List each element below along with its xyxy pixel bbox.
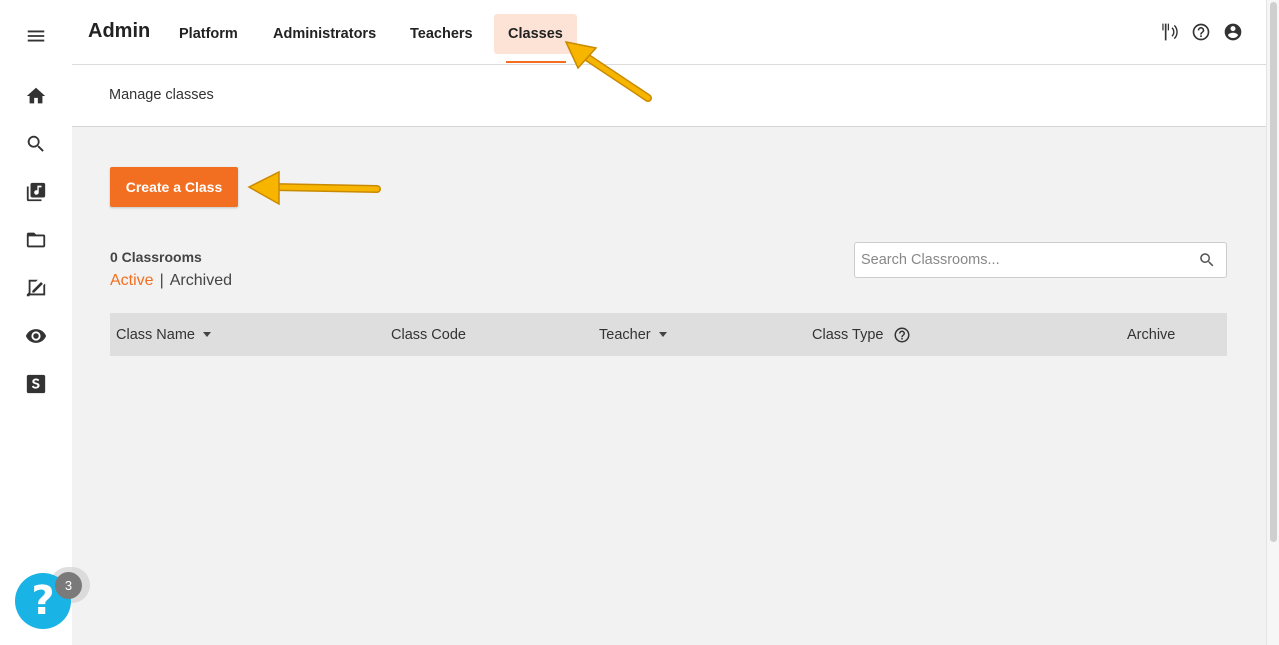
help-circle-icon[interactable]	[893, 326, 911, 344]
search-icon[interactable]	[1198, 251, 1216, 269]
column-class-type: Class Type	[812, 313, 911, 356]
s-logo-icon[interactable]	[24, 372, 48, 396]
main-content: Create a Class 0 Classrooms Active | Arc…	[72, 127, 1266, 645]
page-scrollbar[interactable]	[1266, 0, 1279, 645]
active-tab-indicator	[506, 61, 566, 63]
search-icon[interactable]	[24, 132, 48, 156]
search-classrooms	[854, 242, 1227, 278]
broadcast-icon[interactable]	[1159, 22, 1179, 42]
column-teacher[interactable]: Teacher	[599, 313, 667, 356]
page-subheader: Manage classes	[72, 65, 1266, 127]
account-icon[interactable]	[1223, 22, 1243, 42]
help-circle-icon[interactable]	[1191, 22, 1211, 42]
column-label: Class Type	[812, 326, 884, 343]
home-icon[interactable]	[24, 84, 48, 108]
menu-icon[interactable]	[24, 24, 48, 48]
tab-platform[interactable]: Platform	[165, 14, 252, 54]
scrollbar-thumb[interactable]	[1270, 2, 1277, 542]
classes-table-header: Class Name Class Code Teacher Class Type…	[110, 313, 1227, 356]
top-header: Admin Platform Administrators Teachers C…	[72, 0, 1266, 65]
left-rail	[0, 0, 72, 645]
column-label: Class Code	[391, 326, 466, 343]
search-input[interactable]	[861, 243, 1191, 277]
music-library-icon[interactable]	[24, 180, 48, 204]
column-label: Class Name	[116, 326, 195, 343]
filter-separator: |	[159, 272, 164, 289]
folder-icon[interactable]	[24, 228, 48, 252]
app-title: Admin	[88, 20, 151, 42]
sort-caret-icon	[658, 332, 667, 337]
tab-classes[interactable]: Classes	[494, 14, 577, 54]
column-class-name[interactable]: Class Name	[116, 313, 211, 356]
assignment-icon[interactable]	[24, 276, 48, 300]
tab-teachers[interactable]: Teachers	[396, 14, 487, 54]
filter-active[interactable]: Active	[110, 272, 154, 290]
column-label: Archive	[1127, 326, 1176, 343]
classroom-count: 0 Classrooms	[110, 249, 202, 265]
eye-icon[interactable]	[24, 324, 48, 348]
page-title: Manage classes	[109, 87, 214, 103]
create-class-button[interactable]: Create a Class	[110, 167, 238, 207]
sort-caret-icon	[202, 332, 211, 337]
tab-administrators[interactable]: Administrators	[259, 14, 390, 54]
column-archive: Archive	[1127, 313, 1175, 356]
filter-archived[interactable]: Archived	[170, 272, 232, 290]
class-filter: Active | Archived	[110, 272, 232, 290]
column-label: Teacher	[599, 326, 651, 343]
notification-badge: 3	[55, 572, 82, 599]
column-class-code: Class Code	[391, 313, 466, 356]
